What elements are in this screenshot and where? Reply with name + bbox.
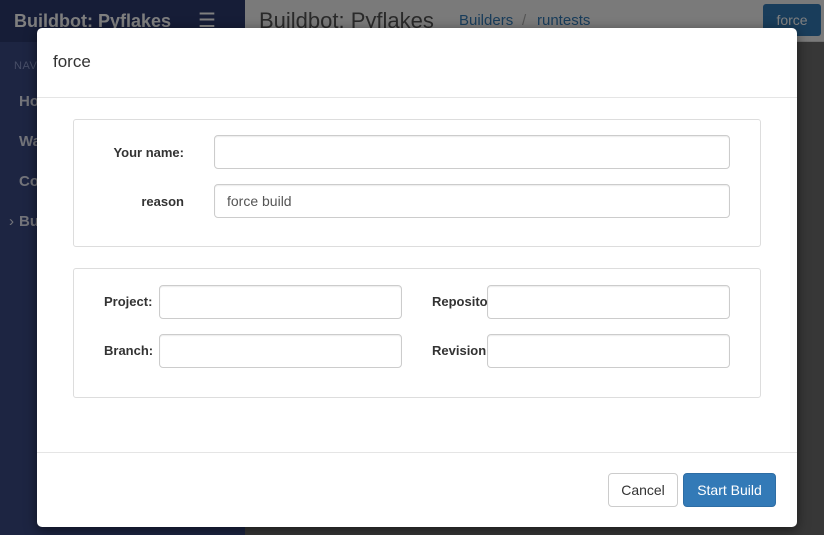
modal-title: force bbox=[53, 52, 91, 71]
reason-label: reason bbox=[141, 194, 184, 209]
source-fields-group: Project: Repository: Branch: Revision: bbox=[73, 268, 761, 398]
modal-header: force bbox=[37, 28, 797, 98]
repository-label: Repository: bbox=[432, 294, 488, 309]
start-build-button[interactable]: Start Build bbox=[683, 473, 776, 507]
main-fields-group: Your name: reason bbox=[73, 119, 761, 247]
revision-input[interactable] bbox=[487, 334, 730, 368]
repository-input[interactable] bbox=[487, 285, 730, 319]
branch-input[interactable] bbox=[159, 334, 402, 368]
branch-label: Branch: bbox=[104, 343, 154, 358]
cancel-button[interactable]: Cancel bbox=[608, 473, 678, 507]
your-name-input[interactable] bbox=[214, 135, 730, 169]
force-build-dialog: force Your name: reason Project: Reposit… bbox=[37, 28, 797, 527]
project-label: Project: bbox=[104, 294, 153, 309]
reason-input[interactable] bbox=[214, 184, 730, 218]
modal-footer: Cancel Start Build bbox=[37, 452, 797, 527]
project-input[interactable] bbox=[159, 285, 402, 319]
revision-label: Revision: bbox=[432, 343, 488, 358]
your-name-label: Your name: bbox=[113, 145, 184, 160]
